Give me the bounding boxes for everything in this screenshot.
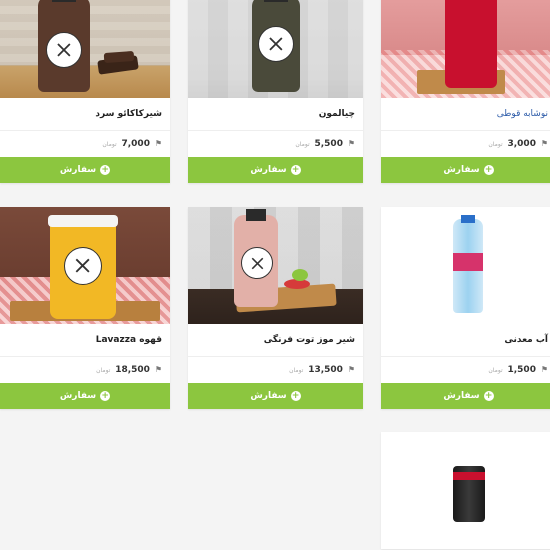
brand-logo [258, 26, 294, 62]
plus-circle-icon: + [290, 165, 301, 175]
product-price: ⚑ 3,000 تومان [381, 131, 550, 157]
product-image[interactable] [381, 207, 550, 324]
product-card [381, 432, 550, 549]
price-currency: تومان [96, 367, 111, 374]
price-value: 13,500 [308, 365, 343, 375]
tag-icon: ⚑ [347, 139, 355, 148]
product-name[interactable]: شیرکاکائو سرد [0, 98, 170, 131]
plus-circle-icon: + [100, 165, 111, 175]
price-value: 1,500 [507, 365, 536, 375]
product-name[interactable]: قهوه Lavazza [0, 324, 170, 357]
order-button[interactable]: + سفارش [188, 383, 363, 409]
brand-logo [241, 247, 273, 279]
tag-icon: ⚑ [154, 139, 162, 148]
product-card: شیرکاکائو سرد ⚑ 7,000 تومان + سفارش [0, 0, 170, 183]
order-button-label: سفارش [443, 165, 480, 175]
plus-circle-icon: + [290, 391, 301, 401]
product-image[interactable] [0, 207, 170, 324]
tag-icon: ⚑ [540, 365, 548, 374]
product-image[interactable] [0, 0, 170, 98]
tag-icon: ⚑ [540, 139, 548, 148]
product-image[interactable] [188, 0, 363, 98]
product-image[interactable] [188, 207, 363, 324]
product-image[interactable] [381, 0, 550, 98]
order-button-label: سفارش [250, 391, 287, 401]
order-button-label: سفارش [59, 165, 97, 175]
product-grid: شیرکاکائو سرد ⚑ 7,000 تومان + سفارش چیال… [0, 0, 550, 550]
product-price: ⚑ 13,500 تومان [188, 357, 363, 383]
product-name[interactable]: شیر موز توت فرنگی [188, 324, 363, 357]
price-currency: تومان [488, 141, 503, 148]
order-button-label: سفارش [250, 165, 287, 175]
can-logo-icon [451, 34, 491, 50]
product-card: قهوه Lavazza ⚑ 18,500 تومان + سفارش [0, 207, 170, 409]
order-button[interactable]: + سفارش [381, 383, 550, 409]
price-currency: تومان [295, 141, 310, 148]
product-price: ⚑ 18,500 تومان [0, 357, 170, 383]
price-currency: تومان [488, 367, 503, 374]
product-image[interactable] [381, 432, 550, 549]
product-name[interactable]: چیالمون [188, 98, 363, 131]
order-button-label: سفارش [443, 391, 480, 401]
product-price: ⚑ 1,500 تومان [381, 357, 550, 383]
product-card: آب معدنی ⚑ 1,500 تومان + سفارش [381, 207, 550, 409]
order-button[interactable]: + سفارش [0, 383, 170, 409]
product-card: شیر موز توت فرنگی ⚑ 13,500 تومان + سفارش [188, 207, 363, 409]
order-button[interactable]: + سفارش [188, 157, 363, 183]
brand-logo [64, 247, 102, 285]
product-price: ⚑ 5,500 تومان [188, 131, 363, 157]
product-card: چیالمون ⚑ 5,500 تومان + سفارش [188, 0, 363, 183]
tag-icon: ⚑ [154, 365, 162, 374]
price-value: 3,000 [507, 139, 536, 149]
product-name[interactable]: آب معدنی [381, 324, 550, 357]
price-value: 18,500 [115, 365, 150, 375]
plus-circle-icon: + [100, 391, 111, 401]
price-currency: تومان [102, 141, 117, 148]
price-currency: تومان [289, 367, 304, 374]
price-value: 5,500 [314, 139, 343, 149]
order-button-label: سفارش [59, 391, 97, 401]
product-name[interactable]: نوشابه قوطی [381, 98, 550, 131]
price-value: 7,000 [121, 139, 150, 149]
brand-logo [46, 32, 82, 68]
tag-icon: ⚑ [347, 365, 355, 374]
product-card: نوشابه قوطی ⚑ 3,000 تومان + سفارش [381, 0, 550, 183]
plus-circle-icon: + [483, 165, 494, 175]
product-price: ⚑ 7,000 تومان [0, 131, 170, 157]
plus-circle-icon: + [483, 391, 494, 401]
order-button[interactable]: + سفارش [0, 157, 170, 183]
order-button[interactable]: + سفارش [381, 157, 550, 183]
